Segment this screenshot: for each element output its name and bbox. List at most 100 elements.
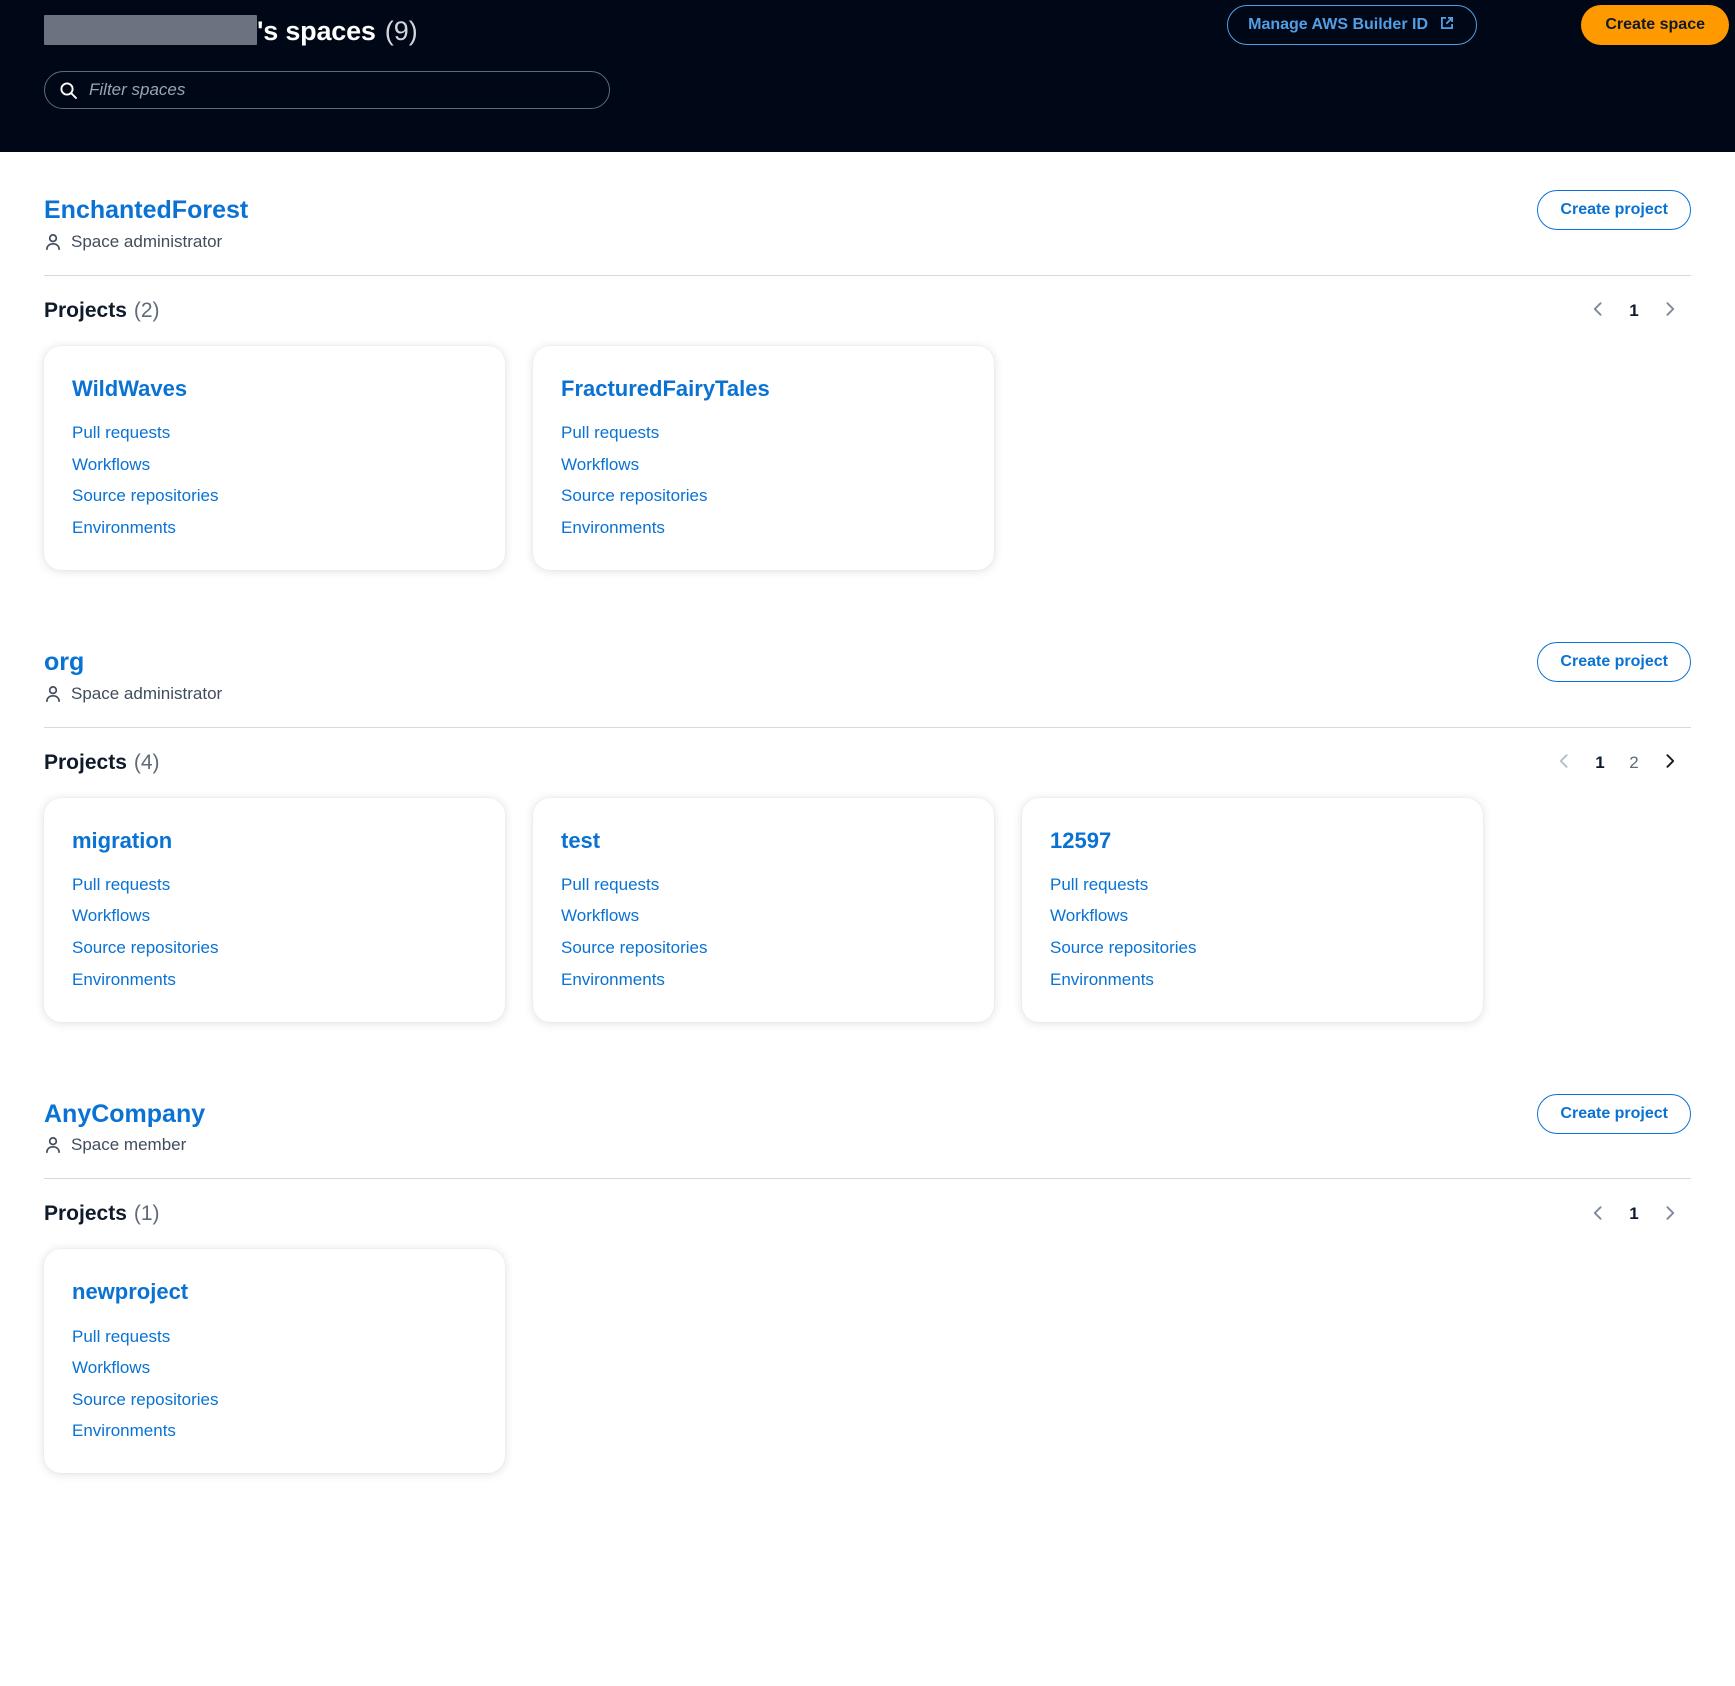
project-links: Pull requests Workflows Source repositorie…: [561, 875, 966, 989]
project-link-pull-requests[interactable]: Pull requests: [72, 875, 170, 895]
project-name-link[interactable]: WildWaves: [72, 376, 187, 402]
project-link-workflows[interactable]: Workflows: [72, 455, 150, 475]
project-link-environments[interactable]: Environments: [561, 970, 665, 990]
pagination-next-button[interactable]: [1651, 744, 1689, 782]
filter-spaces-field[interactable]: [44, 71, 610, 109]
manage-aws-builder-id-label: Manage AWS Builder ID: [1248, 16, 1428, 34]
person-icon: [44, 233, 62, 251]
pagination-page-1[interactable]: 1: [1583, 744, 1617, 782]
project-link-pull-requests[interactable]: Pull requests: [72, 1327, 170, 1347]
space-role: Space member: [44, 1135, 1691, 1155]
projects-label: Projects: [44, 751, 127, 775]
pagination: 1: [1579, 1195, 1689, 1233]
projects-header: Projects (4) 12: [44, 728, 1691, 798]
project-link-environments[interactable]: Environments: [72, 518, 176, 538]
project-card[interactable]: test Pull requests Workflows Source reposi…: [533, 798, 994, 1022]
project-link-source-repositories[interactable]: Source repositories: [72, 486, 218, 506]
pagination-page-2[interactable]: 2: [1617, 744, 1651, 782]
project-link-environments[interactable]: Environments: [72, 970, 176, 990]
pagination-next-button[interactable]: [1651, 1195, 1689, 1233]
space-name-link[interactable]: AnyCompany: [44, 1100, 205, 1129]
project-card[interactable]: FracturedFairyTales Pull requests Workflo…: [533, 346, 994, 570]
space-role-label: Space administrator: [71, 684, 222, 704]
page-title-text: 's spaces: [257, 16, 376, 47]
projects-header: Projects (1) 1: [44, 1179, 1691, 1249]
project-card[interactable]: newproject Pull requests Workflows Source …: [44, 1249, 505, 1473]
pagination-prev-button[interactable]: [1579, 292, 1617, 330]
create-project-button[interactable]: Create project: [1537, 1094, 1691, 1134]
pagination-page-1[interactable]: 1: [1617, 1195, 1651, 1233]
project-link-environments[interactable]: Environments: [561, 518, 665, 538]
search-icon: [59, 81, 78, 100]
pagination: 12: [1545, 744, 1689, 782]
projects-count: (2): [134, 299, 160, 323]
project-link-source-repositories[interactable]: Source repositories: [72, 1390, 218, 1410]
chevron-right-icon: [1660, 751, 1680, 774]
projects-label: Projects: [44, 299, 127, 323]
projects-header: Projects (2) 1: [44, 276, 1691, 346]
create-project-button[interactable]: Create project: [1537, 642, 1691, 682]
chevron-left-icon: [1588, 1203, 1608, 1226]
project-link-source-repositories[interactable]: Source repositories: [1050, 938, 1196, 958]
project-link-pull-requests[interactable]: Pull requests: [561, 423, 659, 443]
section-spacer: [44, 580, 1691, 604]
chevron-left-icon: [1588, 299, 1608, 322]
pagination-page-1[interactable]: 1: [1617, 292, 1651, 330]
create-project-button[interactable]: Create project: [1537, 190, 1691, 230]
space-name-link[interactable]: EnchantedForest: [44, 196, 248, 225]
top-header-bar: 's spaces (9) Manage AWS Builder ID Crea…: [0, 0, 1735, 152]
section-spacer: [44, 1032, 1691, 1056]
project-cards-row: WildWaves Pull requests Workflows Source r…: [44, 346, 1691, 580]
manage-aws-builder-id-button[interactable]: Manage AWS Builder ID: [1227, 5, 1477, 45]
project-link-workflows[interactable]: Workflows: [561, 455, 639, 475]
space-role-label: Space member: [71, 1135, 186, 1155]
project-links: Pull requests Workflows Source repositorie…: [72, 1327, 477, 1441]
project-link-environments[interactable]: Environments: [72, 1421, 176, 1441]
project-link-pull-requests[interactable]: Pull requests: [561, 875, 659, 895]
project-name-link[interactable]: 12597: [1050, 828, 1111, 854]
project-link-environments[interactable]: Environments: [1050, 970, 1154, 990]
chevron-right-icon: [1660, 299, 1680, 322]
external-link-icon: [1438, 14, 1456, 37]
person-icon: [44, 1136, 62, 1154]
space-role-label: Space administrator: [71, 232, 222, 252]
project-link-source-repositories[interactable]: Source repositories: [561, 486, 707, 506]
space-role: Space administrator: [44, 684, 1691, 704]
space-header: org Space administrator Create project: [44, 604, 1691, 728]
spaces-count: (9): [385, 16, 418, 47]
project-link-workflows[interactable]: Workflows: [72, 1358, 150, 1378]
project-link-pull-requests[interactable]: Pull requests: [1050, 875, 1148, 895]
person-icon: [44, 685, 62, 703]
search-input[interactable]: [89, 80, 595, 100]
project-name-link[interactable]: FracturedFairyTales: [561, 376, 770, 402]
project-link-pull-requests[interactable]: Pull requests: [72, 423, 170, 443]
project-name-link[interactable]: newproject: [72, 1279, 188, 1305]
project-links: Pull requests Workflows Source repositorie…: [72, 423, 477, 537]
space-section-anycompany: AnyCompany Space member Create project P…: [44, 1056, 1691, 1508]
project-card[interactable]: 12597 Pull requests Workflows Source repos…: [1022, 798, 1483, 1022]
project-link-workflows[interactable]: Workflows: [561, 906, 639, 926]
project-card[interactable]: WildWaves Pull requests Workflows Source r…: [44, 346, 505, 570]
header-actions: Manage AWS Builder ID Create space: [1227, 5, 1477, 45]
project-link-workflows[interactable]: Workflows: [72, 906, 150, 926]
space-section-org: org Space administrator Create project P…: [44, 604, 1691, 1056]
project-link-source-repositories[interactable]: Source repositories: [72, 938, 218, 958]
pagination-prev-button[interactable]: [1545, 744, 1583, 782]
projects-count: (1): [134, 1202, 160, 1226]
project-links: Pull requests Workflows Source repositorie…: [561, 423, 966, 537]
chevron-left-icon: [1554, 751, 1574, 774]
create-space-button[interactable]: Create space: [1581, 5, 1729, 45]
pagination-next-button[interactable]: [1651, 292, 1689, 330]
project-card[interactable]: migration Pull requests Workflows Source r…: [44, 798, 505, 1022]
space-header: AnyCompany Space member Create project: [44, 1056, 1691, 1180]
project-name-link[interactable]: migration: [72, 828, 172, 854]
projects-label: Projects: [44, 1202, 127, 1226]
project-cards-row: migration Pull requests Workflows Source r…: [44, 798, 1691, 1032]
space-name-link[interactable]: org: [44, 648, 84, 677]
project-link-workflows[interactable]: Workflows: [1050, 906, 1128, 926]
redacted-owner-name: [44, 15, 257, 45]
project-name-link[interactable]: test: [561, 828, 600, 854]
project-link-source-repositories[interactable]: Source repositories: [561, 938, 707, 958]
pagination-prev-button[interactable]: [1579, 1195, 1617, 1233]
chevron-right-icon: [1660, 1203, 1680, 1226]
